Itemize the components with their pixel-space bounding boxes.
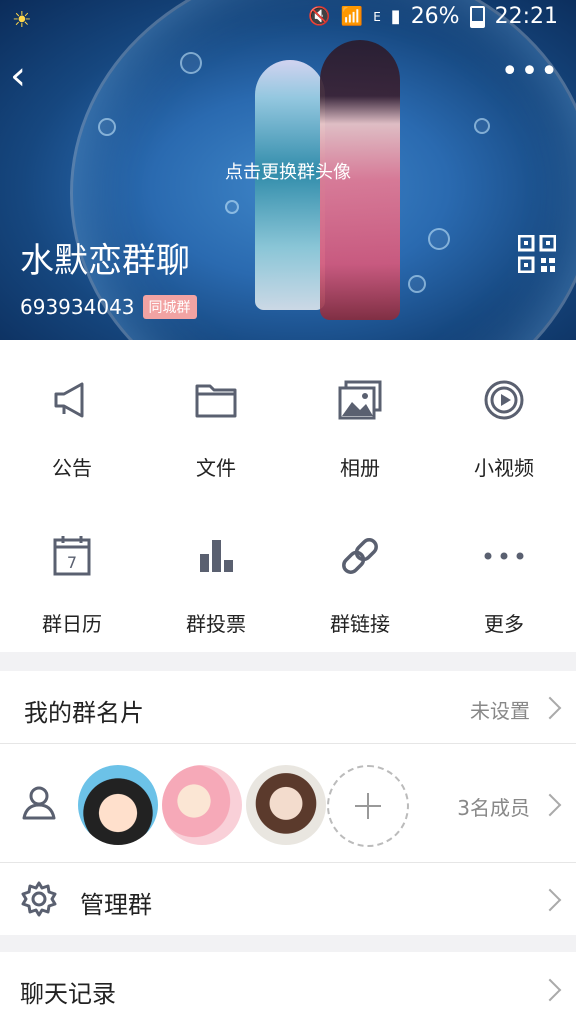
bar-chart-icon [200, 540, 233, 572]
link-icon [342, 538, 378, 574]
grid-item-label: 更多 [484, 612, 524, 636]
battery-percent: 26% [410, 4, 460, 29]
members-row[interactable]: 3名成员 [0, 744, 576, 862]
gear-icon [21, 881, 57, 917]
group-id-row: 693934043 同城群 [20, 295, 197, 319]
photo-album-icon [338, 380, 382, 420]
bubble-decoration [180, 52, 202, 74]
grid-item-label: 小视频 [474, 456, 534, 480]
members-icon [22, 786, 56, 820]
more-options-icon[interactable]: ••• [501, 57, 560, 87]
my-group-card-value: 未设置 [470, 699, 530, 723]
clock: 22:21 [494, 4, 558, 29]
grid-item-label: 群链接 [330, 612, 390, 636]
chevron-right-icon [538, 696, 562, 720]
my-group-card-title: 我的群名片 [24, 699, 144, 727]
member-avatar[interactable] [246, 765, 326, 845]
grid-item-files[interactable]: 文件 [144, 376, 288, 481]
grid-item-more[interactable]: 更多 [432, 532, 576, 637]
grid-item-label: 文件 [196, 456, 236, 480]
chevron-right-icon [538, 888, 562, 912]
mute-icon: 🔇 [308, 6, 331, 27]
grid-item-label: 公告 [52, 456, 92, 480]
chevron-right-icon [538, 978, 562, 1002]
group-header-banner[interactable]: ☀ 🔇 📶 E ▮ 26% 22:21 ‹ ••• 点击更换群头像 水默恋群聊 … [0, 0, 576, 340]
member-avatar[interactable] [78, 765, 158, 845]
manage-group-row[interactable]: 管理群 [0, 863, 576, 935]
grid-item-calendar[interactable]: 7 群日历 [0, 532, 144, 637]
grid-item-label: 群投票 [186, 612, 246, 636]
bubble-decoration [474, 118, 490, 134]
qr-code-icon[interactable] [518, 235, 556, 273]
grid-item-short-video[interactable]: 小视频 [432, 376, 576, 481]
feature-grid: 公告 文件 相册 小视频 7 群日历 群投票 群链接 更多 [0, 340, 576, 652]
network-type: E [373, 9, 381, 24]
bubble-decoration [408, 275, 426, 293]
signal-icon: ▮ [390, 6, 401, 27]
change-avatar-hint[interactable]: 点击更换群头像 [0, 158, 576, 184]
member-count: 3名成员 [457, 796, 530, 820]
city-group-badge: 同城群 [142, 295, 197, 319]
megaphone-icon [54, 382, 84, 418]
group-avatar-figure-left [255, 60, 325, 310]
folder-icon [195, 384, 237, 418]
battery-icon [469, 5, 485, 28]
status-bar: ☀ 🔇 📶 E ▮ 26% 22:21 [0, 0, 576, 38]
chevron-right-icon [538, 793, 562, 817]
bubble-decoration [428, 228, 450, 250]
member-avatar[interactable] [162, 765, 242, 845]
bubble-decoration [98, 118, 116, 136]
chat-history-title: 聊天记录 [20, 980, 116, 1008]
add-member-button[interactable] [327, 765, 409, 847]
chat-history-row[interactable]: 聊天记录 [0, 952, 576, 1024]
calendar-date: 7 [67, 553, 77, 572]
bubble-decoration [225, 200, 239, 214]
group-name: 水默恋群聊 [20, 241, 190, 281]
grid-item-label: 相册 [340, 456, 380, 480]
grid-item-vote[interactable]: 群投票 [144, 532, 288, 637]
manage-group-title: 管理群 [80, 891, 152, 919]
wifi-icon: 📶 [340, 6, 364, 27]
back-arrow-icon[interactable]: ‹ [10, 56, 26, 96]
video-play-icon [484, 380, 524, 420]
my-group-card-row[interactable]: 我的群名片 未设置 [0, 671, 576, 743]
calendar-icon: 7 [53, 536, 91, 576]
grid-item-label: 群日历 [42, 612, 102, 636]
brightness-icon: ☀ [12, 8, 32, 33]
grid-item-announcement[interactable]: 公告 [0, 376, 144, 481]
grid-item-album[interactable]: 相册 [288, 376, 432, 481]
grid-item-link[interactable]: 群链接 [288, 532, 432, 637]
group-id: 693934043 [20, 295, 135, 319]
more-dots-icon [484, 552, 524, 560]
